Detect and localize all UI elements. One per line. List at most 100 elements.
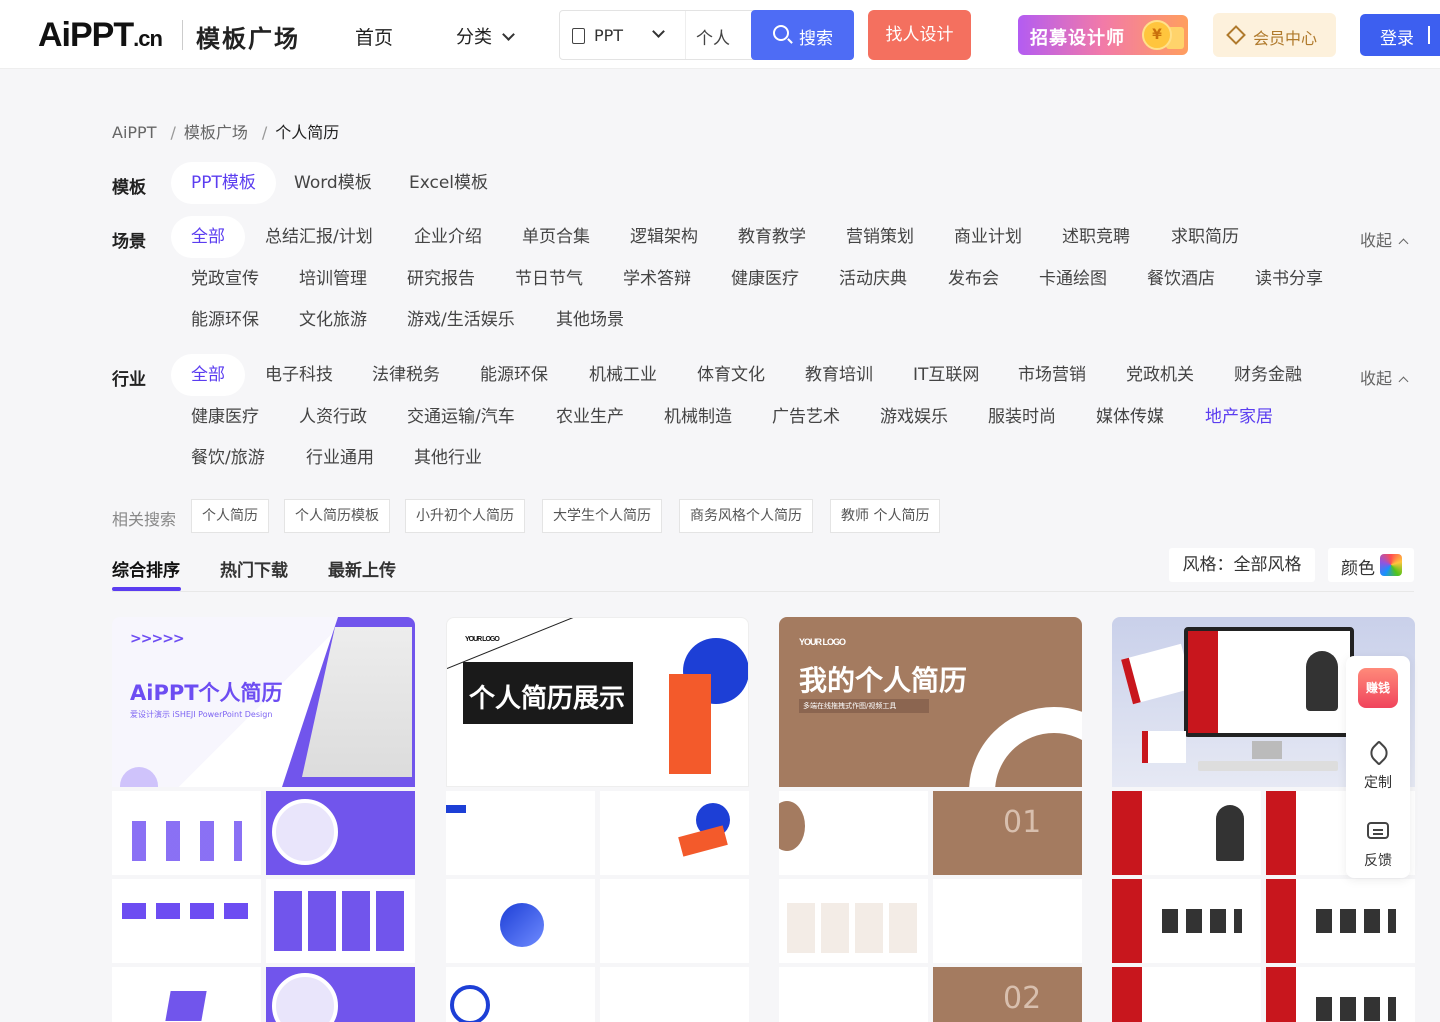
industry-collapse-button[interactable]: 收起 [1360, 365, 1409, 389]
related-tag[interactable]: 个人简历模板 [284, 499, 390, 533]
filter-industry-item[interactable]: 健康医疗 [171, 396, 279, 438]
filter-industry-item[interactable]: 餐饮/旅游 [171, 437, 285, 479]
cover-decoration [120, 767, 158, 787]
template-title: 个人简历展示 [469, 684, 626, 714]
filter-industry-item[interactable]: 机械制造 [644, 396, 752, 438]
filter-scene-item[interactable]: 能源环保 [171, 299, 279, 341]
template-card[interactable]: YOUR LOGO 我的个人简历 多端在线拖拽式作图/视频工具 01 02 [779, 617, 1082, 1022]
filter-scene-item[interactable]: 读书分享 [1235, 258, 1343, 300]
filter-industry-item[interactable]: 媒体传媒 [1076, 396, 1184, 438]
filter-industry-item[interactable]: 市场营销 [998, 354, 1106, 396]
logo-subtitle[interactable]: 模板广场 [196, 19, 300, 54]
feedback-button[interactable]: 反馈 [1346, 850, 1410, 870]
filter-scene-item[interactable]: 总结汇报/计划 [245, 216, 393, 258]
filter-scene-item[interactable]: 活动庆典 [819, 258, 927, 300]
custom-button[interactable]: 定制 [1346, 772, 1410, 792]
search-icon [773, 25, 789, 41]
chevron-up-icon [1398, 376, 1409, 387]
slide-thumbnail [1266, 967, 1415, 1022]
filter-industry-item[interactable]: 体育文化 [677, 354, 785, 396]
filter-scene-item[interactable]: 卡通绘图 [1019, 258, 1127, 300]
filter-industry-item[interactable]: IT互联网 [893, 354, 999, 396]
filter-industry-item[interactable]: 其他行业 [394, 437, 502, 479]
filter-industry-item[interactable]: 法律税务 [352, 354, 460, 396]
find-designer-button[interactable]: 找人设计 [868, 10, 971, 60]
style-filter-button[interactable]: 风格：全部风格 [1169, 548, 1315, 582]
filter-scene-item[interactable]: 教育教学 [718, 216, 826, 258]
filter-scene-item[interactable]: 全部 [171, 216, 245, 258]
recruit-designer-button[interactable]: 招募设计师 ¥ [1018, 15, 1188, 55]
filter-industry-item[interactable]: 机械工业 [569, 354, 677, 396]
search-input[interactable] [696, 23, 746, 49]
filter-scene-item[interactable]: 游戏/生活娱乐 [387, 299, 535, 341]
earn-money-button[interactable]: 赚钱 [1358, 668, 1398, 708]
filter-scene-item[interactable]: 餐饮酒店 [1127, 258, 1235, 300]
filter-industry-item[interactable]: 电子科技 [245, 354, 353, 396]
related-tag[interactable]: 大学生个人简历 [542, 499, 662, 533]
template-cover: YOUR LOGO 我的个人简历 多端在线拖拽式作图/视频工具 [779, 617, 1082, 787]
sort-tab-newest[interactable]: 最新上传 [328, 556, 396, 581]
site-logo[interactable]: AiPPT.cn [38, 16, 163, 55]
scene-collapse-button[interactable]: 收起 [1360, 227, 1409, 251]
filter-industry-item[interactable]: 交通运输/汽车 [387, 396, 535, 438]
filter-scene-item[interactable]: 党政宣传 [171, 258, 279, 300]
search-button[interactable]: 搜索 [751, 10, 854, 60]
template-card[interactable]: YOUR LOGO 个人简历展示 [446, 617, 749, 1022]
feedback-icon [1367, 822, 1389, 839]
filter-scene-item[interactable]: 研究报告 [387, 258, 495, 300]
filter-template-ppt[interactable]: PPT模板 [171, 162, 276, 204]
filter-scene-item[interactable]: 述职竞聘 [1042, 216, 1150, 258]
filter-scene-item[interactable]: 节日节气 [495, 258, 603, 300]
filter-industry-item[interactable]: 能源环保 [460, 354, 568, 396]
filter-industry-item[interactable]: 服装时尚 [968, 396, 1076, 438]
filter-scene-item[interactable]: 逻辑架构 [610, 216, 718, 258]
search-type-select[interactable]: PPT [560, 11, 686, 59]
related-tag[interactable]: 个人简历 [191, 499, 269, 533]
filter-industry-item[interactable]: 党政机关 [1106, 354, 1214, 396]
filter-industry-item[interactable]: 游戏娱乐 [860, 396, 968, 438]
cover-decoration [1142, 731, 1186, 763]
top-header: AiPPT.cn 模板广场 首页 分类 PPT 搜索 找人设计 招募设计师 ¥ … [0, 0, 1440, 69]
filter-scene-item[interactable]: 文化旅游 [279, 299, 387, 341]
sort-tab-popular[interactable]: 热门下载 [220, 556, 288, 581]
related-tag[interactable]: 教师 个人简历 [830, 499, 941, 533]
sort-tab-comprehensive[interactable]: 综合排序 [112, 556, 180, 581]
slide-thumbnail [779, 967, 928, 1022]
slide-thumbnail [112, 791, 261, 875]
filter-industry-item[interactable]: 全部 [171, 354, 245, 396]
filter-scene-item[interactable]: 求职简历 [1151, 216, 1259, 258]
slide-thumbnail [779, 791, 928, 875]
filter-scene-item[interactable]: 营销策划 [826, 216, 934, 258]
nav-home[interactable]: 首页 [355, 23, 393, 50]
color-filter-button[interactable]: 颜色 [1328, 548, 1414, 582]
template-card[interactable]: >>>>> AiPPT个人简历 爱设计演示 iSHEJI PowerPoint … [112, 617, 415, 1022]
logo-text: AiPPT [38, 16, 134, 54]
filter-scene-item[interactable]: 商业计划 [934, 216, 1042, 258]
filter-industry-item[interactable]: 财务金融 [1214, 354, 1322, 396]
breadcrumb-item[interactable]: 模板广场 [184, 123, 248, 142]
filter-scene-item[interactable]: 发布会 [928, 258, 1019, 300]
cover-logo: YOUR LOGO [799, 637, 846, 647]
related-tag[interactable]: 小升初个人简历 [405, 499, 525, 533]
filter-industry-item[interactable]: 教育培训 [785, 354, 893, 396]
related-tag[interactable]: 商务风格个人简历 [679, 499, 813, 533]
filter-scene-item[interactable]: 健康医疗 [711, 258, 819, 300]
collapse-label: 收起 [1360, 369, 1393, 388]
filter-scene-item[interactable]: 企业介绍 [394, 216, 502, 258]
filter-template-word[interactable]: Word模板 [274, 162, 392, 204]
filter-industry-item[interactable]: 广告艺术 [752, 396, 860, 438]
filter-industry-item[interactable]: 农业生产 [536, 396, 644, 438]
filter-scene-item[interactable]: 单页合集 [502, 216, 610, 258]
filter-industry-item[interactable]: 地产家居 [1185, 396, 1293, 438]
member-center-button[interactable]: 会员中心 [1213, 13, 1336, 57]
breadcrumb-item[interactable]: AiPPT [112, 123, 156, 142]
slide-thumbnail [446, 879, 595, 963]
login-button[interactable]: 登录 [1360, 14, 1440, 56]
filter-scene-item[interactable]: 学术答辩 [603, 258, 711, 300]
filter-scene-item[interactable]: 其他场景 [536, 299, 644, 341]
filter-industry-item[interactable]: 行业通用 [286, 437, 394, 479]
nav-category[interactable]: 分类 [456, 23, 515, 49]
filter-template-excel[interactable]: Excel模板 [389, 162, 508, 204]
filter-scene-item[interactable]: 培训管理 [279, 258, 387, 300]
filter-industry-item[interactable]: 人资行政 [279, 396, 387, 438]
